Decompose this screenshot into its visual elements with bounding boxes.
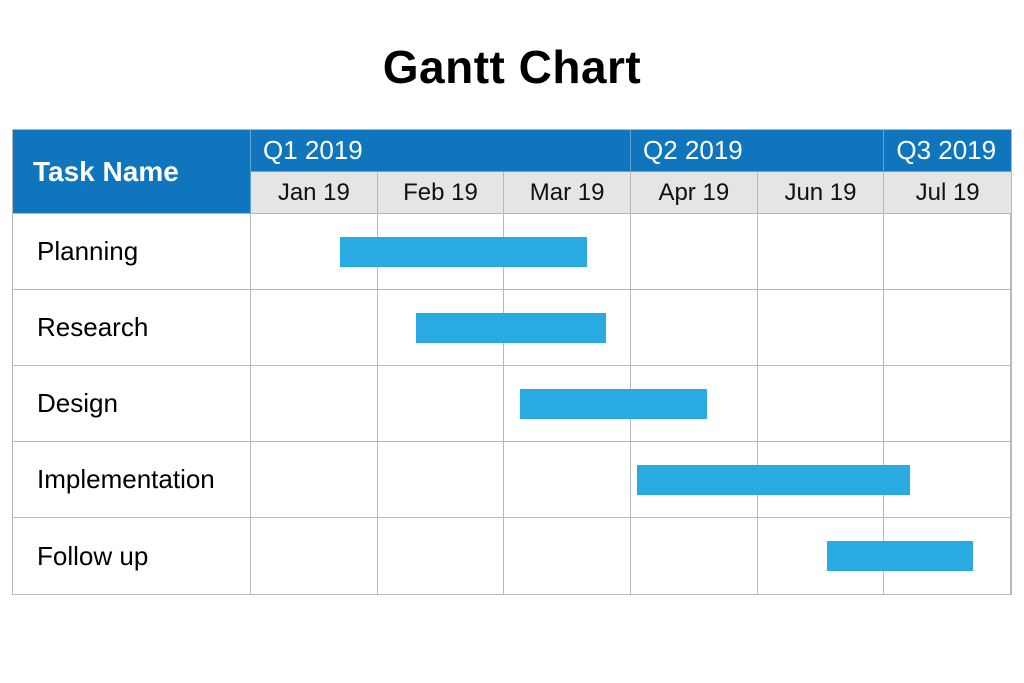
timeline-cell: [378, 442, 505, 517]
gantt-bar: [827, 541, 973, 571]
task-row: Research: [13, 290, 1011, 366]
month-header: Jul 19: [884, 172, 1011, 214]
timeline-cell: [251, 442, 378, 517]
timeline-cell: [631, 518, 758, 594]
gantt-bar: [520, 389, 707, 419]
timeline-cell: [378, 366, 505, 441]
quarter-header: Q2 2019: [631, 130, 884, 172]
task-timeline: [251, 442, 1011, 517]
quarter-header: Q3 2019: [884, 130, 1011, 172]
task-timeline: [251, 290, 1011, 365]
timeline-cell: [631, 290, 758, 365]
month-header: Jan 19: [251, 172, 378, 214]
quarter-header: Q1 2019: [251, 130, 631, 172]
quarter-header-row: Q1 2019Q2 2019Q3 2019: [251, 130, 1011, 172]
timeline-cell: [504, 442, 631, 517]
chart-title: Gantt Chart: [10, 40, 1014, 94]
month-header-row: Jan 19Feb 19Mar 19Apr 19Jun 19Jul 19: [251, 172, 1011, 214]
task-label: Planning: [13, 214, 251, 289]
task-name-header: Task Name: [13, 130, 251, 214]
task-row: Implementation: [13, 442, 1011, 518]
timeline-cell: [884, 214, 1011, 289]
month-header: Mar 19: [504, 172, 631, 214]
timeline-cell: [758, 290, 885, 365]
timeline-cell: [251, 290, 378, 365]
month-header: Jun 19: [758, 172, 885, 214]
task-row: Design: [13, 366, 1011, 442]
timeline-cell: [378, 518, 505, 594]
task-timeline: [251, 518, 1011, 594]
timeline-cell: [758, 214, 885, 289]
timeline-cell: [884, 290, 1011, 365]
month-header: Apr 19: [631, 172, 758, 214]
task-label: Research: [13, 290, 251, 365]
timeline-cell: [631, 214, 758, 289]
task-timeline: [251, 366, 1011, 441]
timeline-cell: [504, 518, 631, 594]
task-label: Follow up: [13, 518, 251, 594]
task-row: Follow up: [13, 518, 1011, 594]
task-label: Implementation: [13, 442, 251, 517]
timeline-cell: [251, 366, 378, 441]
gantt-bar: [637, 465, 909, 495]
timeline-cell: [884, 366, 1011, 441]
timeline-cell: [758, 366, 885, 441]
month-header: Feb 19: [378, 172, 505, 214]
task-timeline: [251, 214, 1011, 289]
task-label: Design: [13, 366, 251, 441]
gantt-chart: Task Name Q1 2019Q2 2019Q3 2019 Jan 19Fe…: [12, 129, 1012, 595]
gantt-bar: [416, 313, 606, 343]
timeline-cell: [251, 518, 378, 594]
task-row: Planning: [13, 214, 1011, 290]
gantt-body: PlanningResearchDesignImplementationFoll…: [13, 214, 1011, 594]
gantt-bar: [340, 237, 587, 267]
